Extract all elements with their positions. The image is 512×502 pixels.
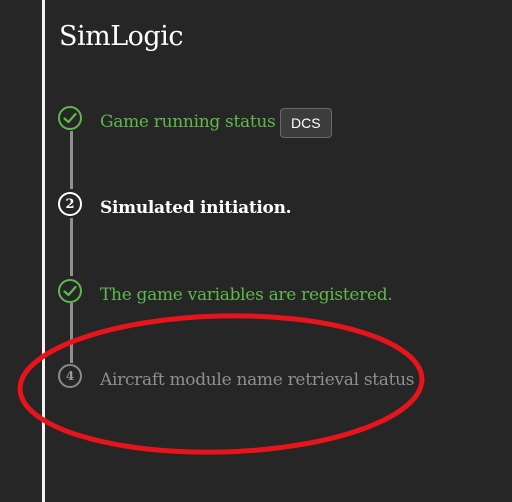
annotation-ellipse xyxy=(17,313,425,455)
